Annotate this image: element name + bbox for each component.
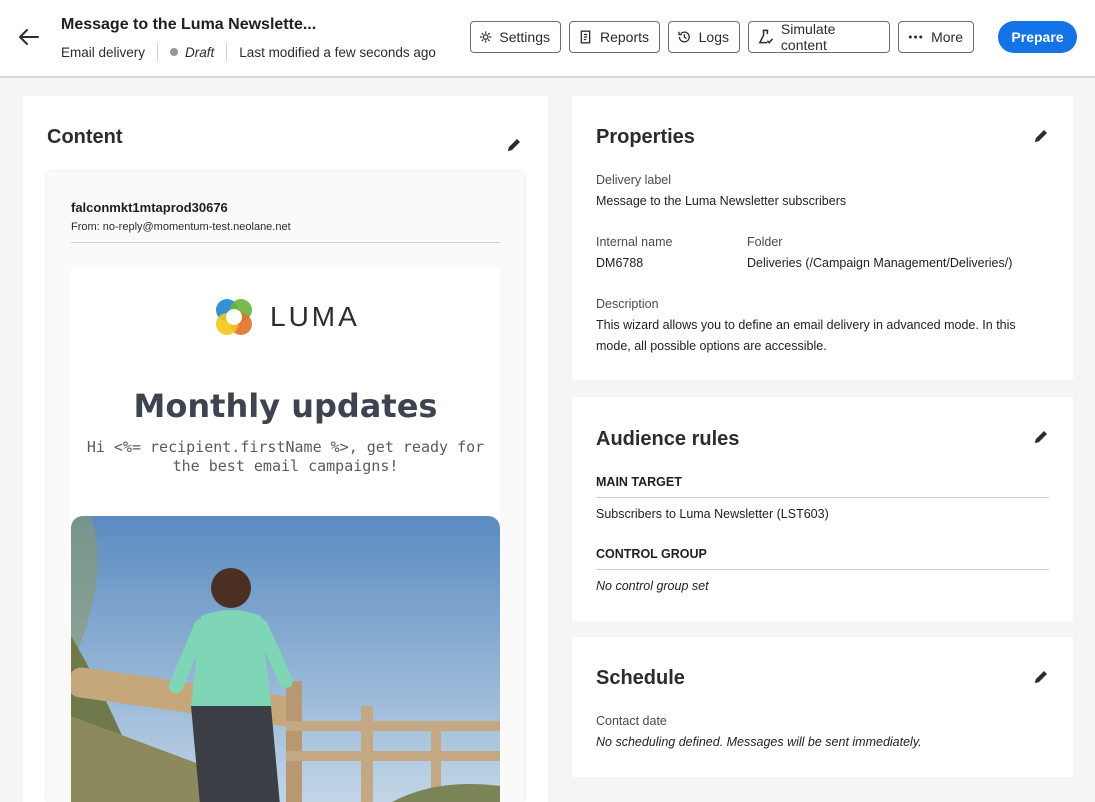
folder-value: Deliveries (/Campaign Management/Deliver… [747, 256, 1013, 270]
history-icon [678, 31, 690, 43]
internal-name-value: DM6788 [596, 256, 644, 270]
email-preview: falconmkt1mtaprod30676 From: no-reply@mo… [47, 172, 524, 802]
more-label: More [931, 29, 963, 45]
gear-icon [480, 31, 492, 43]
email-headline: Monthly updates [133, 387, 438, 425]
header-bar: Message to the Luma Newslette... Email d… [0, 0, 1095, 78]
main-target-value: Subscribers to Luma Newsletter (LST603) [596, 507, 829, 521]
more-dots-icon [908, 35, 923, 39]
prepare-button[interactable]: Prepare [998, 21, 1077, 53]
contact-date-label: Contact date [596, 714, 667, 728]
description-label: Description [596, 297, 659, 311]
sender-name: falconmkt1mtaprod30676 [71, 200, 228, 215]
status-badge: Draft [185, 44, 215, 60]
back-arrow-icon[interactable] [16, 24, 42, 50]
internal-name-label: Internal name [596, 235, 673, 249]
reports-button[interactable]: Reports [569, 21, 660, 53]
reports-label: Reports [599, 29, 649, 45]
simulate-content-button[interactable]: Simulate content [748, 21, 890, 53]
settings-label: Settings [499, 29, 550, 45]
email-greeting: Hi <%= recipient.firstName %>, get ready… [86, 438, 485, 475]
divider [596, 569, 1049, 570]
last-modified: Last modified a few seconds ago [239, 44, 436, 60]
flask-check-icon [758, 29, 774, 44]
page-title: Message to the Luma Newslette... [61, 16, 317, 33]
from-address: From: no-reply@momentum-test.neolane.net [71, 221, 291, 233]
status-dot-icon [170, 48, 179, 56]
logs-button[interactable]: Logs [668, 21, 740, 53]
settings-button[interactable]: Settings [470, 21, 561, 53]
control-group-value: No control group set [596, 579, 709, 593]
properties-title: Properties [596, 126, 695, 148]
luma-logo: LUMA [212, 295, 360, 339]
edit-pencil-icon[interactable] [1032, 127, 1050, 145]
divider [596, 497, 1049, 498]
schedule-title: Schedule [596, 667, 685, 689]
delivery-meta: Email delivery Draft Last modified a few… [61, 43, 436, 61]
main-target-heading: MAIN TARGET [596, 475, 682, 489]
properties-panel: Properties Delivery label Message to the… [572, 96, 1073, 380]
hero-photo [71, 516, 500, 802]
luma-logo-icon [216, 299, 252, 335]
audience-title: Audience rules [596, 428, 740, 450]
audience-panel: Audience rules MAIN TARGET Subscribers t… [572, 397, 1073, 621]
simulate-label: Simulate content [780, 21, 836, 53]
delivery-label-label: Delivery label [596, 173, 672, 187]
contact-date-value: No scheduling defined. Messages will be … [596, 735, 922, 749]
control-group-heading: CONTROL GROUP [596, 547, 707, 561]
brand-name: LUMA [270, 301, 360, 332]
content-title: Content [47, 126, 123, 148]
more-button[interactable]: More [898, 21, 974, 53]
logs-label: Logs [698, 29, 729, 45]
edit-pencil-icon[interactable] [1032, 428, 1050, 446]
divider [157, 43, 159, 61]
hero-image [71, 516, 500, 802]
schedule-panel: Schedule Contact date No scheduling defi… [572, 637, 1073, 777]
delivery-label-value: Message to the Luma Newsletter subscribe… [596, 194, 847, 208]
edit-pencil-icon[interactable] [505, 136, 523, 154]
edit-pencil-icon[interactable] [1032, 668, 1050, 686]
divider [226, 43, 228, 61]
email-body: LUMA Monthly updates Hi <%= recipient.fi… [71, 267, 500, 802]
divider [71, 242, 500, 243]
description-value: This wizard allows you to define an emai… [596, 318, 1016, 353]
report-icon [580, 30, 591, 44]
delivery-type: Email delivery [61, 44, 146, 60]
folder-label: Folder [747, 235, 783, 249]
